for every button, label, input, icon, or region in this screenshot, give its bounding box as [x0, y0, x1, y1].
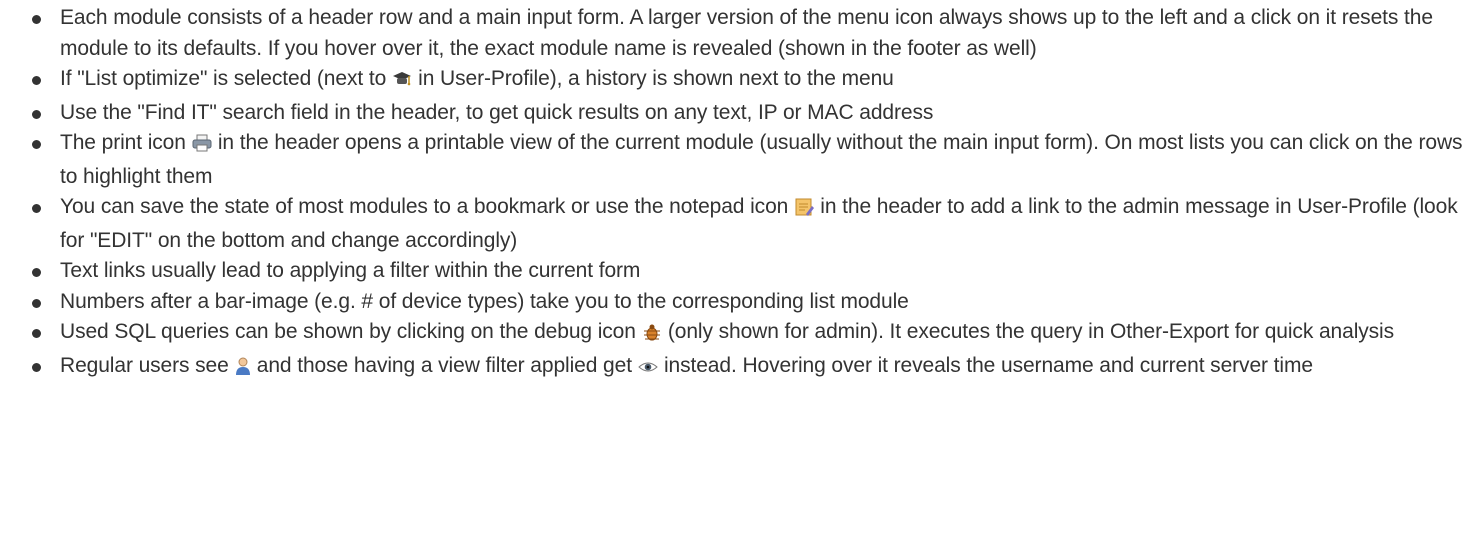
tip-text: Regular users see: [60, 353, 229, 377]
mortarboard-icon: [392, 67, 412, 98]
tip-text: (only shown for admin). It executes the …: [667, 320, 1395, 343]
tip-item: Each module consists of a header row and…: [30, 3, 1467, 64]
tip-text: in the header opens a printable view of …: [60, 131, 1463, 188]
tip-text: instead. Hovering over it reveals the us…: [663, 353, 1313, 377]
tip-item: The print icon in the header opens a prin…: [30, 128, 1467, 192]
tip-text: You can save the state of most modules t…: [60, 195, 789, 218]
tip-text: Use the "Find IT" search field in the he…: [60, 100, 934, 124]
tip-item: Text links usually lead to applying a fi…: [30, 256, 1467, 287]
printer-icon: [192, 131, 212, 162]
bug-icon: [642, 320, 662, 351]
tip-text: The print icon: [60, 131, 186, 154]
eye-icon: [638, 354, 658, 385]
tip-text: Used SQL queries can be shown by clickin…: [60, 320, 636, 343]
tip-item: Used SQL queries can be shown by clickin…: [30, 317, 1467, 351]
tip-text: Text links usually lead to applying a fi…: [60, 259, 641, 282]
tip-text: in User-Profile), a history is shown nex…: [418, 67, 894, 90]
tip-item: Regular users see and those having a view…: [30, 351, 1467, 385]
tip-text: If "List optimize" is selected (next to: [60, 67, 387, 90]
tip-item: You can save the state of most modules t…: [30, 192, 1467, 256]
tip-item: Use the "Find IT" search field in the he…: [30, 98, 1467, 129]
tip-item: If "List optimize" is selected (next to i…: [30, 64, 1467, 98]
tip-text: Each module consists of a header row and…: [60, 6, 1433, 60]
tip-text: Numbers after a bar-image (e.g. # of dev…: [60, 289, 909, 313]
tips-list: Each module consists of a header row and…: [10, 3, 1467, 384]
user-icon: [235, 354, 251, 385]
notepad-icon: [794, 195, 815, 226]
tip-text: and those having a view filter applied g…: [256, 353, 632, 377]
tip-item: Numbers after a bar-image (e.g. # of dev…: [30, 287, 1467, 318]
